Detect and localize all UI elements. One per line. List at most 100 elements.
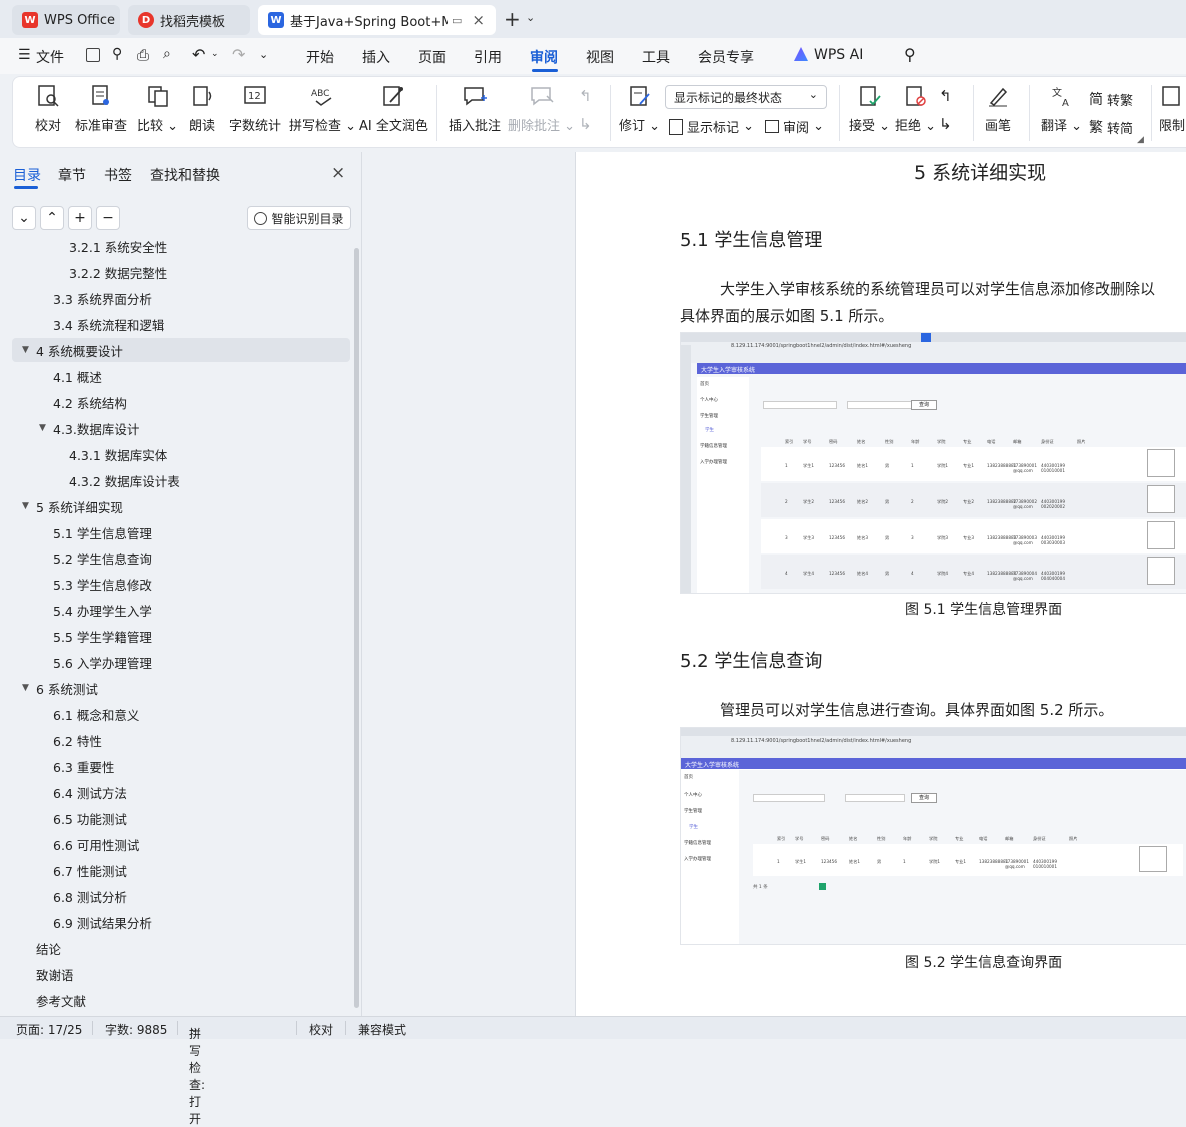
read-aloud-button[interactable]: 朗读 (189, 83, 215, 134)
show-markup-button[interactable]: 显示标记 ⌄ (669, 117, 754, 136)
remove-heading-button[interactable]: − (96, 206, 120, 230)
insert-comment-button[interactable]: 插入批注 (449, 83, 501, 134)
tab-chapter[interactable]: 章节 (58, 165, 86, 185)
expand-corner-icon[interactable]: ◢ (1137, 135, 1144, 145)
toc-item[interactable]: 6.7 性能测试 (12, 858, 350, 882)
word-count-button[interactable]: 12 字数统计 (229, 83, 281, 134)
toc-item[interactable]: 6.8 测试分析 (12, 884, 350, 908)
toc-item[interactable]: ▼ 4.3.数据库设计 (12, 416, 350, 440)
toc-item[interactable]: 6.5 功能测试 (12, 806, 350, 830)
menu-review[interactable]: 审阅 (530, 47, 558, 67)
undo-dropdown-icon[interactable]: ⌄ (211, 49, 219, 59)
toc-item[interactable]: 6.4 测试方法 (12, 780, 350, 804)
tab-document[interactable]: W 基于Java+Spring Boot+MY ▭ × (258, 5, 496, 35)
track-changes-button[interactable]: 修订 ⌄ (619, 83, 660, 134)
caret-down-icon[interactable]: ▼ (22, 345, 36, 355)
toc-item[interactable]: 6.2 特性 (12, 728, 350, 752)
toc-item[interactable]: 6.9 测试结果分析 (12, 910, 350, 934)
toc-item[interactable]: 4.3.2 数据库设计表 (12, 468, 350, 492)
toc-item[interactable]: 3.3 系统界面分析 (12, 286, 350, 310)
toc-item[interactable]: 4.2 系统结构 (12, 390, 350, 414)
status-proof[interactable]: 校对 (309, 1021, 333, 1038)
proofread-button[interactable]: 校对 (35, 83, 61, 134)
toc-item[interactable]: 致谢语 (12, 962, 350, 986)
toc-item[interactable]: 参考文献 (12, 988, 350, 1012)
tab-toc[interactable]: 目录 (13, 165, 41, 185)
toc-item[interactable]: 4.3.1 数据库实体 (12, 442, 350, 466)
toc-item[interactable]: 6.3 重要性 (12, 754, 350, 778)
close-tab-icon[interactable]: × (472, 11, 485, 29)
print-preview-icon[interactable]: ⌕ (163, 46, 171, 62)
toc-item[interactable]: 结论 (12, 936, 350, 960)
save-icon[interactable] (86, 48, 100, 62)
pen-button[interactable]: 画笔 (985, 83, 1011, 134)
reject-button[interactable]: 拒绝 ⌄ (895, 83, 936, 134)
close-pane-icon[interactable]: × (331, 163, 345, 183)
toc-item[interactable]: 5.6 入学办理管理 (12, 650, 350, 674)
next-change-icon[interactable]: ↳ (939, 115, 952, 133)
menu-references[interactable]: 引用 (474, 47, 502, 67)
undo-icon[interactable]: ↶ (192, 45, 205, 64)
print-icon[interactable]: ⎙ (137, 46, 149, 64)
status-word-count[interactable]: 字数: 9885 (105, 1021, 167, 1038)
menu-wps-ai[interactable]: WPS AI (814, 47, 863, 63)
toc-item[interactable]: 5.4 办理学生入学 (12, 598, 350, 622)
delete-comment-button[interactable]: 删除批注 ⌄ (508, 83, 575, 134)
search-icon[interactable]: ⚲ (904, 45, 916, 64)
tab-wps-office[interactable]: W WPS Office (12, 5, 120, 35)
toc-item[interactable]: 3.2.1 系统安全性 (12, 240, 350, 258)
status-page[interactable]: 页面: 17/25 (16, 1021, 82, 1038)
redo-icon[interactable]: ↷ (232, 45, 245, 64)
review-pane-button[interactable]: 审阅 ⌄ (765, 117, 824, 136)
accept-button[interactable]: 接受 ⌄ (849, 83, 890, 134)
document-page[interactable]: 5 系统详细实现 5.1 学生信息管理 大学生入学审核系统的系统管理员可以对学生… (575, 152, 1186, 1016)
prev-change-icon[interactable]: ↰ (939, 87, 952, 105)
spell-check-button[interactable]: ABC 拼写检查 ⌄ (289, 83, 356, 134)
toc-item[interactable]: 5.3 学生信息修改 (12, 572, 350, 596)
show-markup-select[interactable]: 显示标记的最终状态 ⌄ (665, 85, 827, 109)
next-comment-icon[interactable]: ↳ (579, 115, 592, 133)
tab-find-replace[interactable]: 查找和替换 (150, 165, 220, 185)
smart-toc-button[interactable]: 智能识别目录 (247, 206, 351, 230)
toc-item[interactable]: 6.6 可用性测试 (12, 832, 350, 856)
caret-down-icon[interactable]: ▼ (22, 683, 36, 693)
toc-item[interactable]: 3.4 系统流程和逻辑 (12, 312, 350, 336)
expand-down-button[interactable]: ⌄ (12, 206, 36, 230)
add-heading-button[interactable]: + (68, 206, 92, 230)
translate-button[interactable]: 文A 翻译 ⌄ (1041, 83, 1082, 134)
toc-item[interactable]: ▼ 4 系统概要设计 (12, 338, 350, 362)
toc-item[interactable]: 4.1 概述 (12, 364, 350, 388)
toc-item[interactable]: 3.2.2 数据完整性 (12, 260, 350, 284)
menu-home[interactable]: 开始 (306, 47, 334, 67)
ai-polish-button[interactable]: AI 全文润色 (359, 83, 428, 134)
standard-review-button[interactable]: 标准审查 (75, 83, 127, 134)
menu-view[interactable]: 视图 (586, 47, 614, 67)
prev-comment-icon[interactable]: ↰ (579, 87, 592, 105)
caret-down-icon[interactable]: ▼ (39, 423, 53, 433)
more-dropdown-icon[interactable]: ⌄ (259, 48, 268, 61)
toc-scroll-thumb[interactable] (354, 248, 359, 1008)
new-tab-icon[interactable]: + (504, 7, 521, 31)
menu-tools[interactable]: 工具 (642, 47, 670, 67)
menu-file[interactable]: 文件 (36, 47, 64, 67)
menu-insert[interactable]: 插入 (362, 47, 390, 67)
toc-item[interactable]: ▼ 6 系统测试 (12, 676, 350, 700)
compare-button[interactable]: 比较 ⌄ (137, 83, 178, 134)
to-traditional-button[interactable]: 简 转繁 (1089, 89, 1133, 109)
share-icon[interactable]: ⚲ (112, 46, 122, 62)
toc-scrollbar[interactable] (352, 240, 360, 1016)
restrict-button[interactable]: 限制 (1159, 83, 1185, 134)
monitor-icon[interactable]: ▭ (452, 14, 462, 27)
to-simplified-button[interactable]: 繁 转简 (1089, 117, 1133, 137)
menu-member[interactable]: 会员专享 (698, 47, 754, 67)
tab-template[interactable]: D 找稻壳模板 (128, 5, 250, 35)
toc-item[interactable]: 5.5 学生学籍管理 (12, 624, 350, 648)
menu-page[interactable]: 页面 (418, 47, 446, 67)
toc-item[interactable]: ▼ 5 系统详细实现 (12, 494, 350, 518)
caret-down-icon[interactable]: ▼ (22, 501, 36, 511)
status-spell-check[interactable]: 拼写检查: 打开 ⌄ (189, 1021, 205, 1126)
toc-item[interactable]: 6.1 概念和意义 (12, 702, 350, 726)
collapse-up-button[interactable]: ⌃ (40, 206, 64, 230)
toc-item[interactable]: 5.1 学生信息管理 (12, 520, 350, 544)
hamburger-icon[interactable]: ☰ (18, 47, 31, 63)
